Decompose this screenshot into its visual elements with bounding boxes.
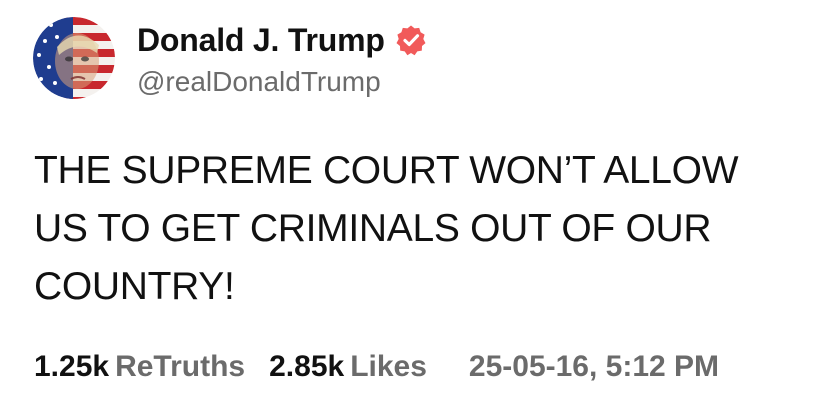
avatar[interactable]: [33, 17, 115, 99]
post-text: THE SUPREME COURT WON’T ALLOW US TO GET …: [34, 149, 739, 308]
retruths-label[interactable]: ReTruths: [115, 350, 245, 384]
likes-label[interactable]: Likes: [350, 350, 427, 384]
post-header: Donald J. Trump @realDonaldTrump: [33, 17, 427, 99]
post-stats: 1.25k ReTruths 2.85k Likes 25-05-16, 5:1…: [34, 350, 719, 384]
author-names: Donald J. Trump @realDonaldTrump: [137, 18, 427, 98]
retruths-count[interactable]: 1.25k: [34, 350, 109, 384]
display-name[interactable]: Donald J. Trump: [137, 22, 385, 59]
flag-portrait-avatar-icon: [33, 17, 115, 99]
display-name-row: Donald J. Trump: [137, 18, 427, 62]
post-card: Donald J. Trump @realDonaldTrump THE SUP…: [0, 0, 828, 416]
post-timestamp[interactable]: 25-05-16, 5:12 PM: [469, 350, 719, 384]
user-handle[interactable]: @realDonaldTrump: [137, 66, 427, 98]
likes-count[interactable]: 2.85k: [269, 350, 344, 384]
verified-badge-icon: [395, 24, 427, 56]
